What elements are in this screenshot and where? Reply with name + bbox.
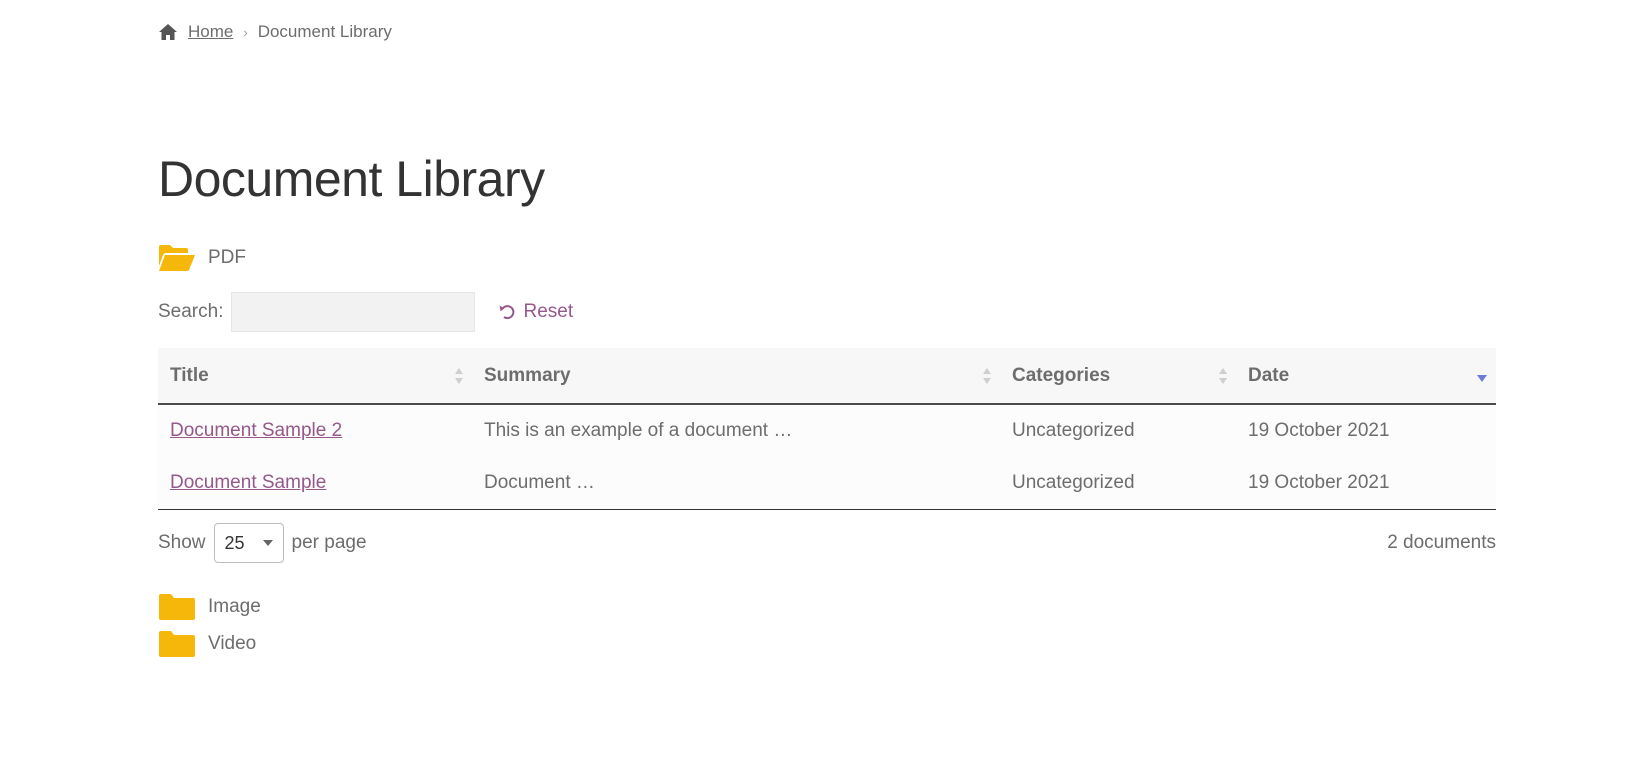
column-header-title-label: Title bbox=[170, 364, 209, 386]
folder-icon bbox=[159, 631, 195, 657]
caret-down-icon bbox=[262, 540, 273, 546]
cell-date: 19 October 2021 bbox=[1236, 457, 1496, 510]
column-header-categories-label: Categories bbox=[1012, 364, 1111, 386]
folder-icon bbox=[159, 594, 195, 620]
search-row: Search: Reset bbox=[158, 292, 573, 332]
search-input[interactable] bbox=[231, 292, 476, 332]
home-icon bbox=[159, 24, 177, 40]
undo-icon bbox=[499, 305, 515, 320]
sort-icon bbox=[454, 367, 464, 385]
cell-title: Document Sample bbox=[158, 457, 472, 510]
column-header-date[interactable]: Date bbox=[1236, 348, 1496, 405]
reset-button[interactable]: Reset bbox=[499, 301, 573, 323]
folder-video-label: Video bbox=[208, 633, 257, 654]
table-row: Document Sample Document … Uncategorized… bbox=[158, 457, 1496, 510]
column-header-title[interactable]: Title bbox=[158, 348, 472, 405]
cell-categories: Uncategorized bbox=[1000, 457, 1236, 510]
document-link[interactable]: Document Sample bbox=[170, 472, 326, 493]
column-header-summary[interactable]: Summary bbox=[472, 348, 1000, 405]
breadcrumb: Home › Document Library bbox=[158, 22, 392, 42]
folder-pdf[interactable]: PDF bbox=[158, 244, 246, 272]
per-page-select[interactable]: 25 bbox=[213, 523, 284, 563]
folder-video[interactable]: Video bbox=[158, 630, 256, 658]
folder-open-icon bbox=[159, 245, 195, 271]
per-page-value: 25 bbox=[224, 532, 245, 553]
reset-label: Reset bbox=[523, 301, 574, 322]
chevron-right-icon: › bbox=[243, 24, 248, 40]
document-count: 2 documents bbox=[1387, 532, 1496, 553]
page-title: Document Library bbox=[158, 151, 545, 207]
breadcrumb-home-link[interactable]: Home bbox=[188, 22, 233, 42]
table-row: Document Sample 2 This is an example of … bbox=[158, 404, 1496, 457]
documents-table: Title Summary Categories Date Document S… bbox=[158, 348, 1496, 510]
show-label: Show bbox=[158, 532, 206, 553]
sort-icon bbox=[1218, 367, 1228, 385]
document-link[interactable]: Document Sample 2 bbox=[170, 420, 342, 441]
table-header-row: Title Summary Categories Date bbox=[158, 348, 1496, 405]
folder-image[interactable]: Image bbox=[158, 593, 261, 621]
table-footer: Show 25 per page 2 documents bbox=[158, 523, 1496, 563]
cell-categories: Uncategorized bbox=[1012, 420, 1135, 441]
per-page-label: per page bbox=[291, 532, 367, 553]
cell-summary: This is an example of a document … bbox=[484, 420, 793, 441]
cell-title: Document Sample 2 bbox=[158, 404, 472, 457]
sort-icon bbox=[982, 367, 992, 385]
search-label: Search: bbox=[158, 301, 224, 322]
folder-pdf-label: PDF bbox=[208, 247, 246, 268]
breadcrumb-current: Document Library bbox=[257, 22, 392, 41]
sort-descending-icon bbox=[1476, 367, 1488, 385]
column-header-categories[interactable]: Categories bbox=[1000, 348, 1236, 405]
cell-date: 19 October 2021 bbox=[1248, 420, 1390, 441]
column-header-summary-label: Summary bbox=[484, 364, 571, 386]
per-page-controls: Show 25 per page bbox=[158, 523, 367, 563]
folder-image-label: Image bbox=[208, 596, 261, 617]
column-header-date-label: Date bbox=[1248, 364, 1290, 386]
cell-summary: Document … bbox=[472, 457, 1000, 510]
